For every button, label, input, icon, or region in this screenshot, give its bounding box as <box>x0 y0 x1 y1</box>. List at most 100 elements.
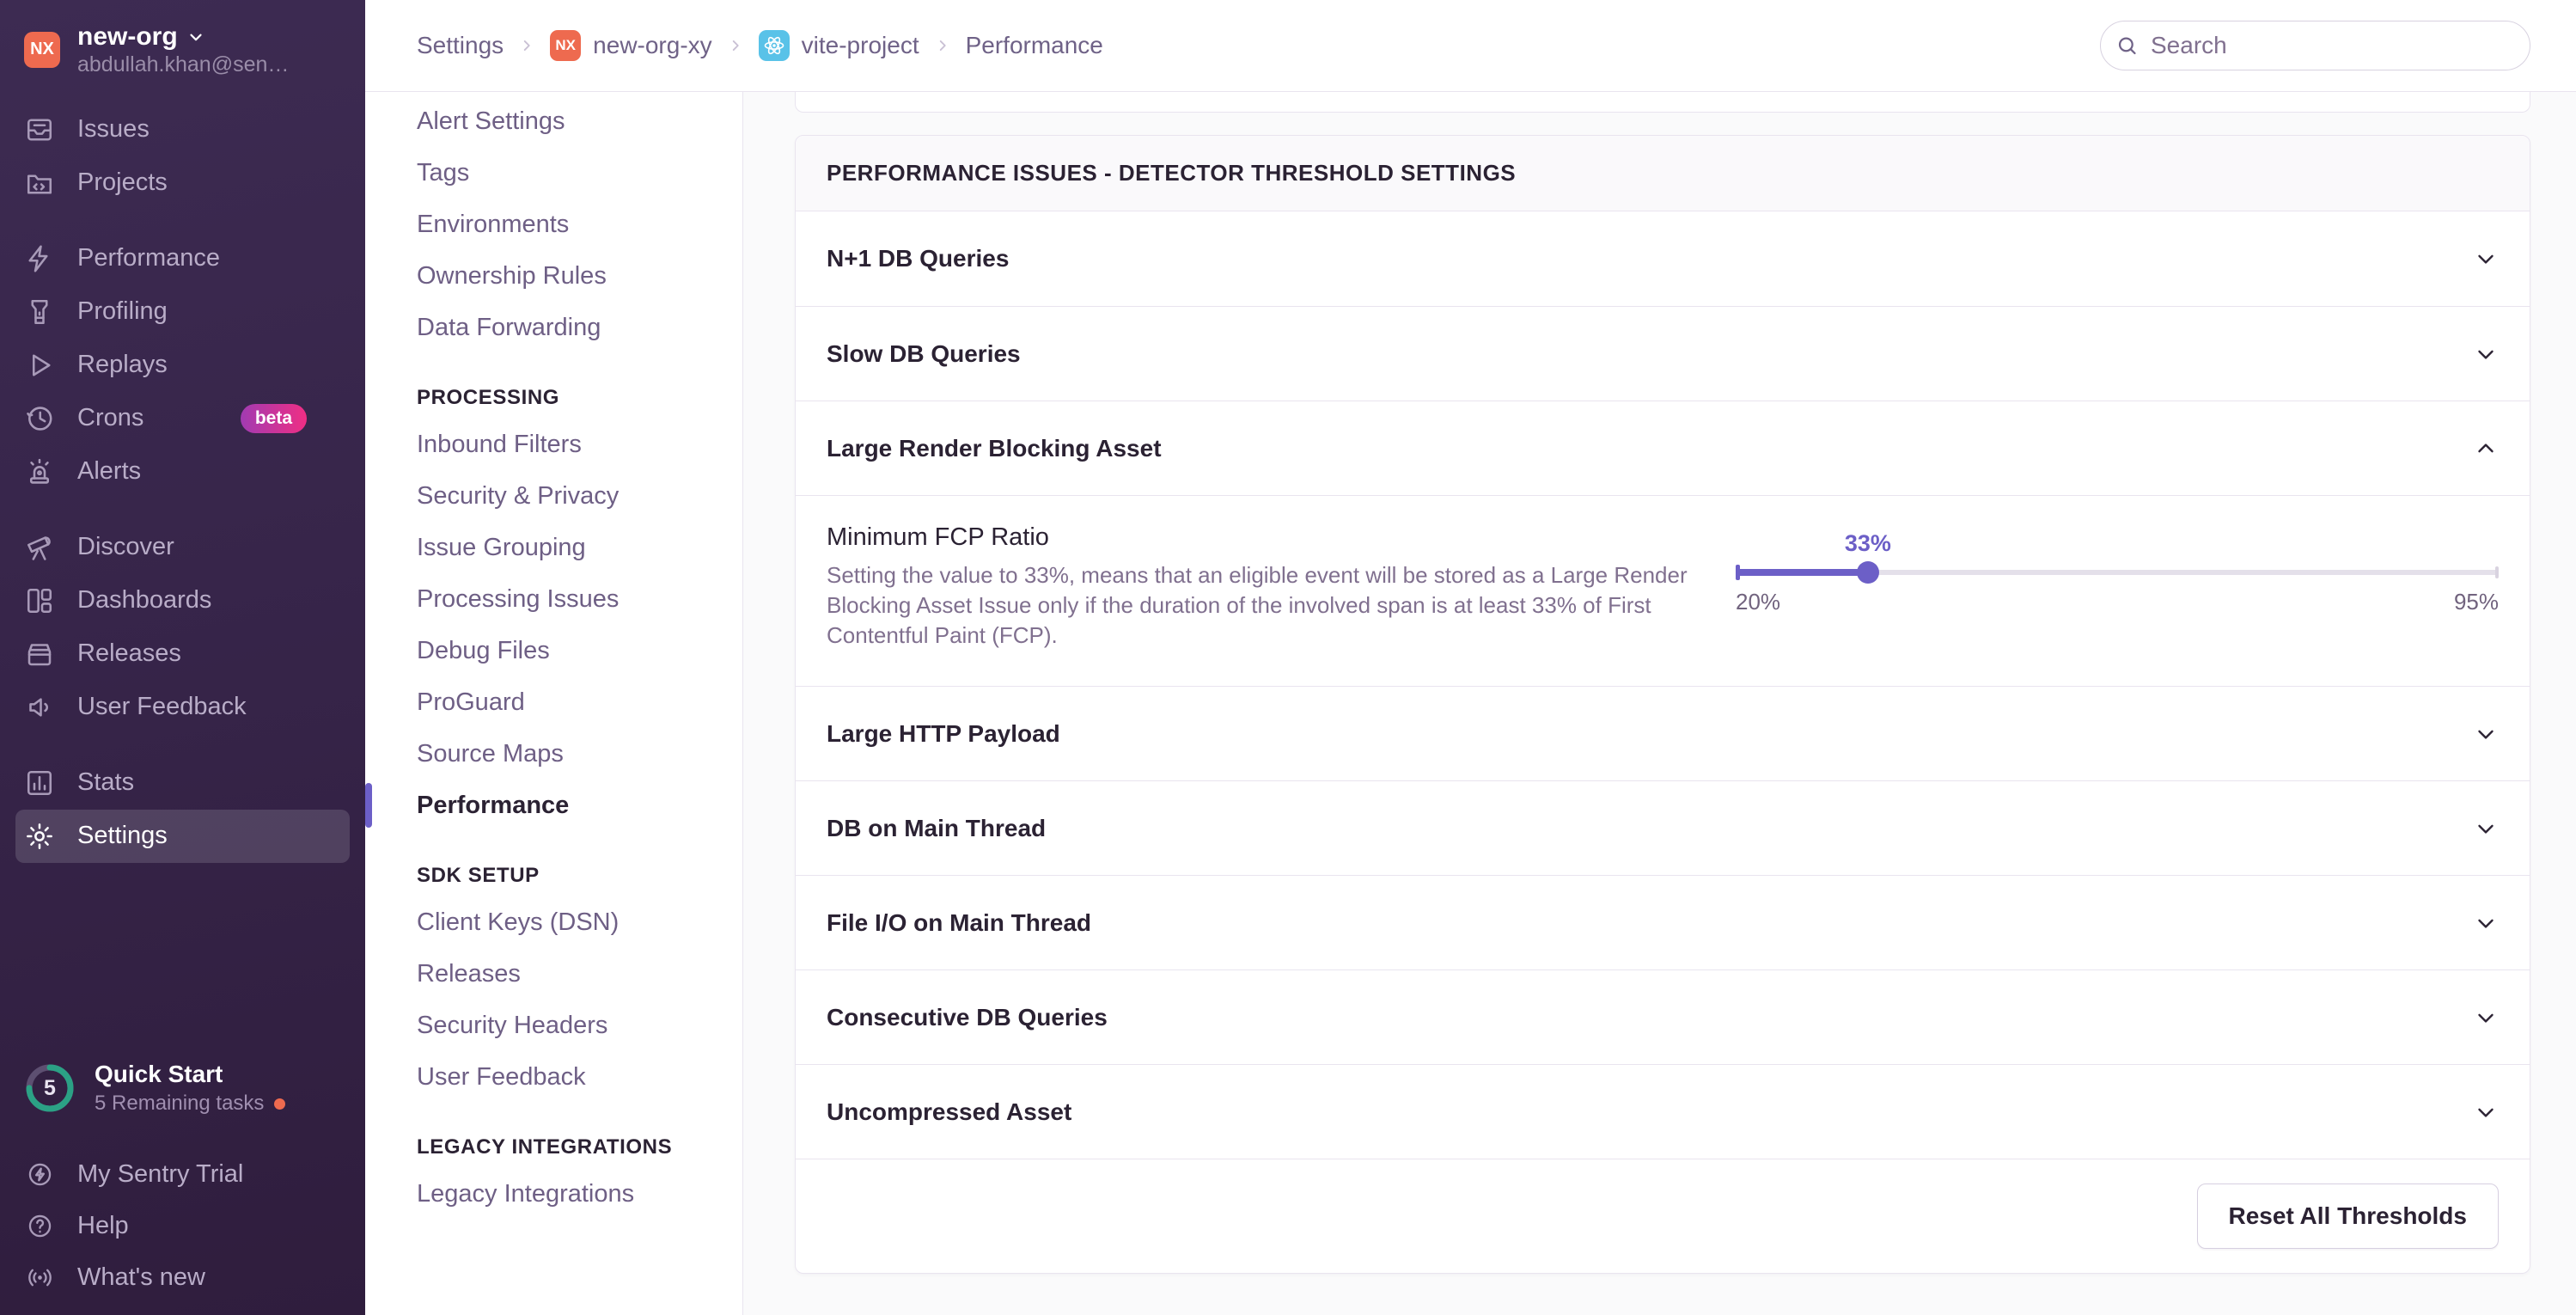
sidebar-item-releases[interactable]: Releases <box>0 627 365 681</box>
previous-card-bottom-edge <box>795 92 2530 113</box>
settings-nav-item-performance[interactable]: Performance <box>365 780 742 831</box>
sidebar-item-label: Issues <box>77 115 150 143</box>
settings-nav-item-user-feedback[interactable]: User Feedback <box>365 1051 742 1103</box>
row-title: Uncompressed Asset <box>827 1098 1072 1125</box>
settings-nav-item-issue-grouping[interactable]: Issue Grouping <box>365 522 742 573</box>
accordion-row-large-render-blocking-asset[interactable]: Large Render Blocking Asset <box>796 401 2530 495</box>
sidebar-item-my-sentry-trial[interactable]: My Sentry Trial <box>0 1148 365 1200</box>
breadcrumb-label: Settings <box>417 32 504 58</box>
sidebar-item-stats[interactable]: Stats <box>0 756 365 810</box>
settings-nav-label: Legacy Integrations <box>417 1179 635 1208</box>
row-title: Large HTTP Payload <box>827 719 1060 747</box>
chevron-down-icon <box>2473 910 2499 936</box>
sidebar-item-replays[interactable]: Replays <box>0 339 365 392</box>
settings-nav-item-ownership-rules[interactable]: Ownership Rules <box>365 250 742 302</box>
settings-nav-item-client-keys-dsn[interactable]: Client Keys (DSN) <box>365 896 742 948</box>
sidebar-item-label: Discover <box>77 533 174 560</box>
nav-group-header-processing: PROCESSING <box>417 386 560 409</box>
slider-minmax-labels: 20% 95% <box>1736 589 2499 615</box>
sidebar-item-what-s-new[interactable]: What's new <box>0 1251 365 1303</box>
sidebar-item-crons[interactable]: Crons beta <box>0 392 365 445</box>
nav-group-header-legacy-integrations: LEGACY INTEGRATIONS <box>417 1135 673 1159</box>
quick-start-progress-ring: 5 <box>24 1062 76 1114</box>
sidebar-item-label: My Sentry Trial <box>77 1159 244 1188</box>
user-feedback-icon <box>24 692 55 723</box>
nav-group-header-sdk-setup: SDK SETUP <box>417 864 540 887</box>
sidebar-section: Performance Profiling Replays Crons beta Aler… <box>0 232 365 498</box>
org-switcher[interactable]: NX new-org abdullah.khan@sen… <box>0 0 365 95</box>
accordion-row-db-on-main-thread[interactable]: DB on Main Thread <box>796 780 2530 875</box>
settings-nav-item-proguard[interactable]: ProGuard <box>365 676 742 728</box>
settings-nav-label: Data Forwarding <box>417 313 601 341</box>
chevron-right-icon <box>517 36 536 55</box>
sidebar-item-dashboards[interactable]: Dashboards <box>0 574 365 627</box>
settings-nav-label: Debug Files <box>417 636 550 664</box>
chevron-down-icon <box>2473 1005 2499 1031</box>
accordion-row-consecutive-db-queries[interactable]: Consecutive DB Queries <box>796 969 2530 1064</box>
settings-nav-label: Tags <box>417 158 470 187</box>
accordion-row-uncompressed-asset[interactable]: Uncompressed Asset <box>796 1064 2530 1159</box>
sidebar-footer: My Sentry Trial Help What's new <box>0 1131 365 1315</box>
settings-nav-label: Environments <box>417 210 570 238</box>
sidebar-item-profiling[interactable]: Profiling <box>0 285 365 339</box>
row-title: DB on Main Thread <box>827 814 1047 841</box>
slider-thumb[interactable] <box>1856 561 1879 584</box>
settings-nav-item-data-forwarding[interactable]: Data Forwarding <box>365 302 742 353</box>
settings-nav-item-processing-issues[interactable]: Processing Issues <box>365 573 742 625</box>
releases-icon <box>24 639 55 670</box>
org-email: abdullah.khan@sen… <box>77 52 290 76</box>
sidebar-item-performance[interactable]: Performance <box>0 232 365 285</box>
fcp-slider[interactable]: 33% 20% 95% <box>1736 530 2499 616</box>
settings-nav-item-source-maps[interactable]: Source Maps <box>365 728 742 780</box>
settings-nav-label: Issue Grouping <box>417 533 586 561</box>
reset-thresholds-button[interactable]: Reset All Thresholds <box>2196 1184 2499 1250</box>
sidebar-item-label: Performance <box>77 244 221 272</box>
accordion-row-n-1-db-queries[interactable]: N+1 DB Queries <box>796 211 2530 306</box>
sidebar-item-projects[interactable]: Projects <box>0 156 365 210</box>
content: PERFORMANCE ISSUES - DETECTOR THRESHOLD … <box>743 92 2576 1315</box>
whats-new-icon <box>24 1262 55 1293</box>
sidebar-item-settings[interactable]: Settings <box>15 809 350 863</box>
sidebar-item-discover[interactable]: Discover <box>0 521 365 574</box>
breadcrumb-label: new-org-xy <box>593 32 712 58</box>
settings-nav: Alert Settings Tags Environments Ownership … <box>365 92 743 1315</box>
sidebar-item-label: Help <box>77 1211 129 1239</box>
settings-nav-item-debug-files[interactable]: Debug Files <box>365 625 742 676</box>
sidebar-item-alerts[interactable]: Alerts <box>0 445 365 498</box>
settings-nav-item-inbound-filters[interactable]: Inbound Filters <box>365 419 742 470</box>
sidebar-item-label: Alerts <box>77 457 142 485</box>
settings-nav-item-security-privacy[interactable]: Security & Privacy <box>365 470 742 522</box>
crons-icon <box>24 403 55 434</box>
quick-start[interactable]: 5 Quick Start 5 Remaining tasks <box>0 1045 365 1131</box>
breadcrumb-item-performance[interactable]: Performance <box>966 32 1103 59</box>
search-input[interactable] <box>2100 21 2530 70</box>
workspace: Alert Settings Tags Environments Ownership … <box>365 92 2576 1315</box>
settings-nav-item-environments[interactable]: Environments <box>365 199 742 250</box>
sidebar-item-help[interactable]: Help <box>0 1200 365 1251</box>
breadcrumb-item-vite-project[interactable]: vite-project <box>758 30 919 61</box>
settings-nav-label: ProGuard <box>417 688 525 716</box>
detail-description: Setting the value to 33%, means that an … <box>827 562 1688 648</box>
settings-nav-item-releases[interactable]: Releases <box>365 948 742 1000</box>
discover-icon <box>24 532 55 563</box>
settings-nav-item-security-headers[interactable]: Security Headers <box>365 1000 742 1051</box>
settings-nav-label: Performance <box>417 791 570 819</box>
app-root: NX new-org abdullah.khan@sen… Issues Proj… <box>0 0 2576 1315</box>
settings-nav-item-alert-settings[interactable]: Alert Settings <box>365 95 742 147</box>
chevron-right-icon <box>726 36 745 55</box>
breadcrumb-item-new-org-xy[interactable]: NX new-org-xy <box>550 30 712 61</box>
detector-detail-panel: Minimum FCP Ratio Setting the value to 33… <box>796 495 2530 686</box>
chevron-down-icon <box>2473 721 2499 747</box>
accordion-row-file-i-o-on-main-thread[interactable]: File I/O on Main Thread <box>796 875 2530 969</box>
sidebar-item-user-feedback[interactable]: User Feedback <box>0 681 365 734</box>
settings-nav-item-tags[interactable]: Tags <box>365 147 742 199</box>
accordion-row-slow-db-queries[interactable]: Slow DB Queries <box>796 306 2530 401</box>
sidebar-item-issues[interactable]: Issues <box>0 103 365 156</box>
accordion-row-large-http-payload[interactable]: Large HTTP Payload <box>796 686 2530 780</box>
settings-nav-item-legacy-integrations[interactable]: Legacy Integrations <box>365 1168 742 1220</box>
alerts-icon <box>24 456 55 487</box>
primary-sidebar: NX new-org abdullah.khan@sen… Issues Proj… <box>0 0 365 1315</box>
sidebar-item-label: Replays <box>77 351 168 378</box>
detail-text: Minimum FCP Ratio Setting the value to 33… <box>827 523 1694 650</box>
breadcrumb-item-settings[interactable]: Settings <box>417 32 504 59</box>
